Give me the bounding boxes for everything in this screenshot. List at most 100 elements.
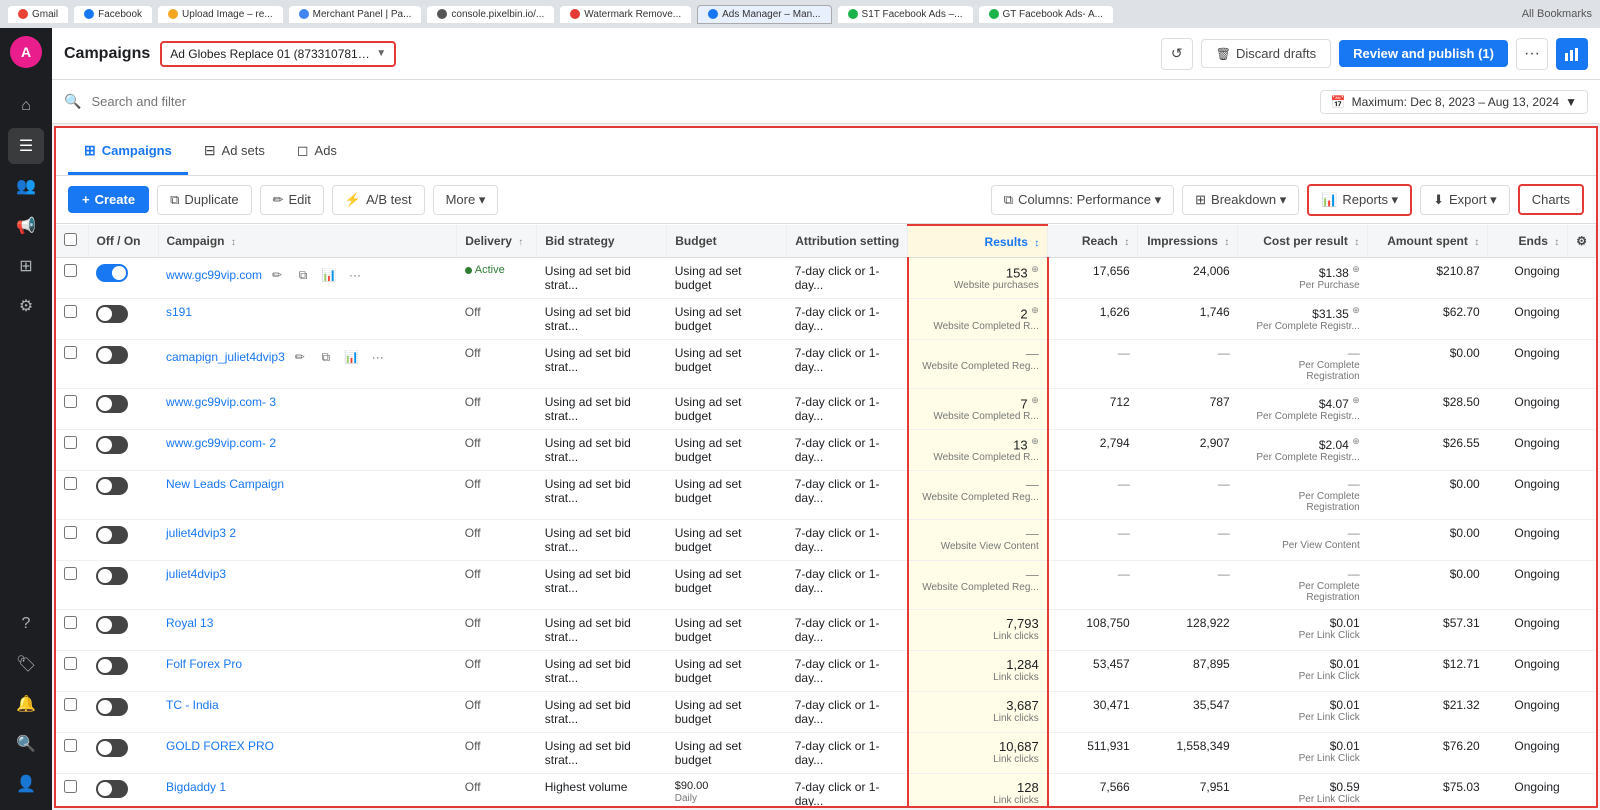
campaign-name-link[interactable]: GOLD FOREX PRO xyxy=(166,739,274,753)
search-input[interactable] xyxy=(91,94,695,109)
row-toggle-cell[interactable] xyxy=(88,610,158,651)
row-toggle-cell[interactable] xyxy=(88,733,158,774)
toggle-switch-off[interactable] xyxy=(96,780,128,798)
toggle-switch-off[interactable] xyxy=(96,567,128,585)
header-checkbox[interactable] xyxy=(56,225,88,258)
tab-facebook[interactable]: Facebook xyxy=(74,6,152,23)
row-toggle-cell[interactable] xyxy=(88,471,158,520)
row-toggle-cell[interactable] xyxy=(88,430,158,471)
breakdown-button[interactable]: ⊞ Breakdown ▾ xyxy=(1182,185,1299,215)
header-cpr[interactable]: Cost per result ↕ xyxy=(1238,225,1368,258)
more-options-button[interactable]: ··· xyxy=(1516,38,1548,70)
row-toggle-cell[interactable] xyxy=(88,774,158,807)
sidebar-icon-list[interactable]: ☰ xyxy=(8,128,44,164)
row-checkbox[interactable] xyxy=(64,657,77,670)
campaign-name-link[interactable]: juliet4dvip3 2 xyxy=(166,526,236,540)
toggle-switch-off[interactable] xyxy=(96,305,128,323)
row-checkbox-cell[interactable] xyxy=(56,733,88,774)
tab-adsets[interactable]: ⊟ Ad sets xyxy=(188,128,281,175)
tab-ads-manager[interactable]: Ads Manager – Man... xyxy=(697,5,831,24)
ab-test-button[interactable]: ⚡ A/B test xyxy=(332,185,425,215)
sidebar-icon-home[interactable]: ⌂ xyxy=(8,88,44,124)
header-amount[interactable]: Amount spent ↕ xyxy=(1368,225,1488,258)
campaign-name-link[interactable]: juliet4dvip3 xyxy=(166,567,226,581)
sidebar-icon-notification[interactable]: 🔔 xyxy=(8,686,44,722)
row-checkbox[interactable] xyxy=(64,395,77,408)
toggle-switch-off[interactable] xyxy=(96,526,128,544)
tab-gt[interactable]: GT Facebook Ads- A... xyxy=(979,6,1113,23)
row-checkbox-cell[interactable] xyxy=(56,389,88,430)
campaign-name-link[interactable]: camapign_juliet4dvip3 xyxy=(166,350,285,364)
chart-row-icon[interactable]: 📊 xyxy=(341,346,363,368)
sidebar-icon-question[interactable]: ? xyxy=(8,606,44,642)
more-button[interactable]: More ▾ xyxy=(433,185,499,215)
refresh-button[interactable]: ↺ xyxy=(1161,38,1193,70)
header-campaign[interactable]: Campaign ↕ xyxy=(158,225,457,258)
row-checkbox-cell[interactable] xyxy=(56,692,88,733)
tab-pixelbin[interactable]: console.pixelbin.io/... xyxy=(427,6,554,23)
sidebar-icon-tag[interactable]: 🏷 xyxy=(8,646,44,682)
campaign-selector[interactable]: Ad Globes Replace 01 (87331078101... ▼ xyxy=(160,41,396,67)
row-checkbox[interactable] xyxy=(64,616,77,629)
row-checkbox-cell[interactable] xyxy=(56,774,88,807)
campaign-name-link[interactable]: www.gc99vip.com xyxy=(166,268,262,282)
row-checkbox-cell[interactable] xyxy=(56,610,88,651)
row-toggle-cell[interactable] xyxy=(88,258,158,299)
row-checkbox[interactable] xyxy=(64,346,77,359)
columns-button[interactable]: ⧉ Columns: Performance ▾ xyxy=(991,185,1174,215)
row-toggle-cell[interactable] xyxy=(88,520,158,561)
row-checkbox-cell[interactable] xyxy=(56,340,88,389)
campaign-name-link[interactable]: s191 xyxy=(166,305,192,319)
row-checkbox-cell[interactable] xyxy=(56,430,88,471)
toggle-switch-off[interactable] xyxy=(96,477,128,495)
campaign-name-link[interactable]: New Leads Campaign xyxy=(166,477,284,491)
user-avatar[interactable]: A xyxy=(10,36,42,68)
toggle-switch-off[interactable] xyxy=(96,436,128,454)
more-row-icon[interactable]: ··· xyxy=(344,264,366,286)
tab-merchant[interactable]: Merchant Panel | Pa... xyxy=(289,6,422,23)
row-toggle-cell[interactable] xyxy=(88,299,158,340)
row-checkbox[interactable] xyxy=(64,436,77,449)
row-toggle-cell[interactable] xyxy=(88,340,158,389)
campaign-name-link[interactable]: Bigdaddy 1 xyxy=(166,780,226,794)
header-reach[interactable]: Reach ↕ xyxy=(1048,225,1138,258)
review-publish-button[interactable]: Review and publish (1) xyxy=(1339,40,1508,67)
tab-upload[interactable]: Upload Image – re... xyxy=(158,6,283,23)
tab-campaigns[interactable]: ⊞ Campaigns xyxy=(68,128,188,175)
campaign-name-link[interactable]: www.gc99vip.com- 2 xyxy=(166,436,276,450)
tab-watermark[interactable]: Watermark Remove... xyxy=(560,6,691,23)
toggle-switch-off[interactable] xyxy=(96,346,128,364)
row-toggle-cell[interactable] xyxy=(88,561,158,610)
duplicate-button[interactable]: ⧉ Duplicate xyxy=(157,185,252,215)
edit-row-icon[interactable]: ✏ xyxy=(266,264,288,286)
toggle-switch-off[interactable] xyxy=(96,698,128,716)
toggle-switch-off[interactable] xyxy=(96,657,128,675)
export-button[interactable]: ⬇ Export ▾ xyxy=(1420,185,1510,215)
campaign-name-link[interactable]: TC - India xyxy=(166,698,219,712)
tab-s1t[interactable]: S1T Facebook Ads –... xyxy=(838,6,973,23)
tab-ads[interactable]: ◻ Ads xyxy=(281,128,353,175)
campaign-name-link[interactable]: www.gc99vip.com- 3 xyxy=(166,395,276,409)
more-row-icon[interactable]: ··· xyxy=(367,346,389,368)
chart-row-icon[interactable]: 📊 xyxy=(318,264,340,286)
row-checkbox-cell[interactable] xyxy=(56,520,88,561)
campaign-name-link[interactable]: Folf Forex Pro xyxy=(166,657,242,671)
row-checkbox[interactable] xyxy=(64,264,77,277)
row-checkbox-cell[interactable] xyxy=(56,561,88,610)
row-toggle-cell[interactable] xyxy=(88,389,158,430)
sidebar-icon-megaphone[interactable]: 📢 xyxy=(8,208,44,244)
duplicate-row-icon[interactable]: ⧉ xyxy=(292,264,314,286)
campaign-name-link[interactable]: Royal 13 xyxy=(166,616,213,630)
sidebar-icon-grid[interactable]: ⊞ xyxy=(8,248,44,284)
sidebar-icon-user[interactable]: 👤 xyxy=(8,766,44,802)
row-toggle-cell[interactable] xyxy=(88,651,158,692)
row-checkbox[interactable] xyxy=(64,526,77,539)
toggle-switch-off[interactable] xyxy=(96,739,128,757)
tab-gmail[interactable]: Gmail xyxy=(8,6,68,23)
toggle-switch-off[interactable] xyxy=(96,616,128,634)
edit-row-icon[interactable]: ✏ xyxy=(289,346,311,368)
header-settings[interactable]: ⚙ xyxy=(1568,225,1596,258)
toggle-switch-on[interactable] xyxy=(96,264,128,282)
row-checkbox-cell[interactable] xyxy=(56,471,88,520)
create-button[interactable]: + Create xyxy=(68,186,149,213)
